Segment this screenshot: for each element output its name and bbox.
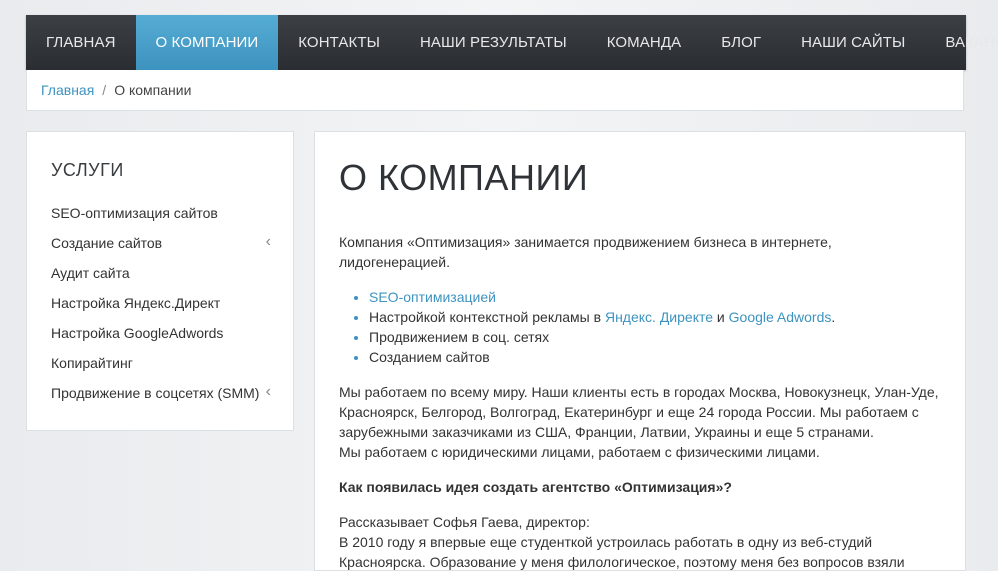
yandex-direct-link[interactable]: Яндекс. Директе: [605, 309, 713, 325]
nav-item-results[interactable]: Наши результаты: [400, 15, 587, 70]
sidebar-item-label: Аудит сайта: [51, 265, 130, 281]
page-title: О КОМПАНИИ: [339, 157, 589, 198]
seo-link[interactable]: SEO-оптимизацией: [369, 289, 496, 305]
geography-paragraph: Мы работаем по всему миру. Наши клиенты …: [339, 384, 939, 440]
question-heading: Как появилась идея создать агентство «Оп…: [339, 479, 732, 495]
nav-item-team[interactable]: Команда: [587, 15, 701, 70]
breadcrumb-current: О компании: [114, 82, 192, 98]
nav-item-about[interactable]: О компании: [135, 15, 279, 70]
breadcrumb: Главная / О компании: [26, 70, 964, 111]
sidebar-item-label: SEO-оптимизация сайтов: [51, 205, 218, 221]
sidebar-list: SEO-оптимизация сайтов Создание сайтов ‹ …: [51, 203, 271, 413]
nav-item-contacts[interactable]: Контакты: [278, 15, 400, 70]
clients-paragraph: Мы работаем с юридическими лицами, работ…: [339, 444, 820, 460]
sidebar-item-audit[interactable]: Аудит сайта: [51, 263, 269, 293]
sidebar-item-label: Настройка Яндекс.Директ: [51, 295, 221, 311]
sidebar-item-copywriting[interactable]: Копирайтинг: [51, 353, 269, 383]
sidebar-item-google-adwords[interactable]: Настройка GoogleAdwords: [51, 323, 269, 353]
sidebar-item-smm[interactable]: Продвижение в соцсетях (SMM) ‹: [51, 383, 271, 413]
chevron-left-icon[interactable]: ‹: [266, 233, 271, 251]
sidebar-item-label: Продвижение в соцсетях (SMM): [51, 385, 260, 401]
quote-text: В 2010 году я впервые еще студенткой уст…: [339, 534, 905, 570]
sidebar-item-site-creation[interactable]: Создание сайтов ‹: [51, 233, 271, 263]
quote-intro: Рассказывает Софья Гаева, директор:: [339, 514, 590, 530]
chevron-left-icon[interactable]: ‹: [266, 383, 271, 401]
nav-item-sites[interactable]: Наши сайты: [781, 15, 925, 70]
breadcrumb-home-link[interactable]: Главная: [41, 82, 94, 98]
list-item: Настройкой контекстной рекламы в Яндекс.…: [369, 307, 941, 327]
sidebar-item-label: Создание сайтов: [51, 235, 163, 251]
list-item: SEO-оптимизацией: [369, 287, 941, 307]
sidebar-item-seo[interactable]: SEO-оптимизация сайтов: [51, 203, 269, 233]
list-item: Созданием сайтов: [369, 347, 941, 367]
nav-item-home[interactable]: Главная: [26, 15, 136, 70]
list-item: Продвижением в соц. сетях: [369, 327, 941, 347]
sidebar-item-label: Настройка GoogleAdwords: [51, 325, 224, 341]
list-text: и: [713, 309, 729, 325]
list-text: Настройкой контекстной рекламы в: [369, 309, 605, 325]
services-sidebar: УСЛУГИ SEO-оптимизация сайтов Создание с…: [26, 131, 294, 431]
sidebar-title: УСЛУГИ: [51, 160, 124, 180]
sidebar-item-label: Копирайтинг: [51, 355, 133, 371]
main-content: О КОМПАНИИ Компания «Оптимизация» занима…: [314, 131, 966, 571]
sidebar-item-yandex-direct[interactable]: Настройка Яндекс.Директ: [51, 293, 269, 323]
services-list: SEO-оптимизацией Настройкой контекстной …: [339, 287, 941, 367]
nav-item-blog[interactable]: Блог: [701, 15, 781, 70]
google-adwords-link[interactable]: Google Adwords: [729, 309, 832, 325]
intro-paragraph: Компания «Оптимизация» занимается продви…: [339, 234, 832, 270]
top-nav: Главная О компании Контакты Наши результ…: [26, 15, 998, 70]
breadcrumb-separator: /: [102, 82, 107, 98]
list-text: .: [831, 309, 836, 325]
nav-item-vacancies[interactable]: Вакансии: [925, 15, 998, 70]
